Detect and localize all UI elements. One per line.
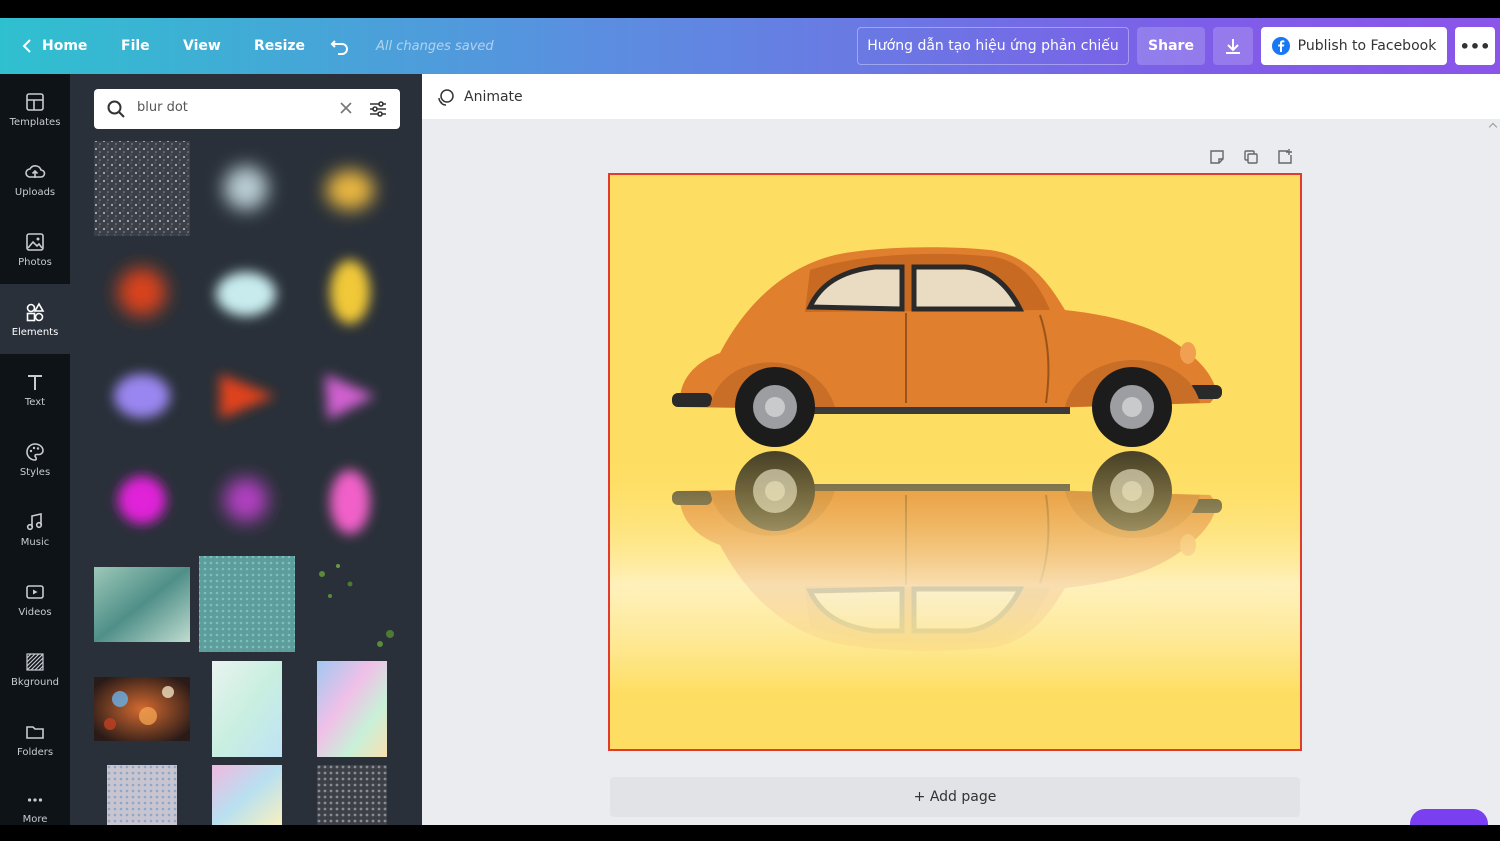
- more-icon: [27, 798, 43, 802]
- photo-icon: [26, 232, 44, 251]
- palette-icon: [26, 442, 44, 461]
- elements-icon: [26, 301, 45, 321]
- bokeh-lights-thumb[interactable]: [94, 677, 190, 741]
- car-reflection-image[interactable]: [610, 175, 1300, 749]
- sidebar-item-background[interactable]: Bkground: [0, 634, 70, 704]
- screen-top-border: [0, 0, 1500, 18]
- facebook-icon: [1271, 37, 1290, 55]
- blur-dot-thumb[interactable]: [330, 260, 370, 324]
- holographic-texture-thumb[interactable]: [212, 661, 282, 757]
- blur-dot-thumb[interactable]: [114, 374, 170, 418]
- text-icon: [28, 374, 42, 390]
- blur-dot-thumb[interactable]: [325, 374, 375, 420]
- blur-dot-thumb[interactable]: [220, 374, 275, 419]
- blur-dot-thumb[interactable]: [118, 476, 166, 524]
- duplicate-page-icon[interactable]: [1242, 148, 1260, 166]
- left-sidebar: Templates Uploads Photos Elements Text S…: [0, 74, 70, 825]
- sidebar-item-elements[interactable]: Elements: [0, 284, 70, 354]
- note-icon[interactable]: [1208, 148, 1226, 166]
- holographic-texture-thumb[interactable]: [212, 765, 282, 825]
- dark-dots-thumb[interactable]: [317, 765, 387, 825]
- download-button[interactable]: [1213, 27, 1253, 65]
- green-bokeh-thumb[interactable]: [304, 556, 400, 652]
- view-menu[interactable]: View: [183, 18, 221, 74]
- animate-button[interactable]: Animate: [436, 84, 523, 110]
- context-toolbar: Animate: [422, 74, 1500, 119]
- page-actions: [1208, 148, 1294, 166]
- undo-icon: [330, 40, 348, 55]
- folder-icon: [26, 725, 44, 739]
- blur-dot-thumb[interactable]: [224, 166, 268, 210]
- editor-area: Animate + Add page: [422, 74, 1500, 839]
- download-icon: [1226, 39, 1240, 54]
- holographic-texture-thumb[interactable]: [317, 661, 387, 757]
- home-button[interactable]: Home: [22, 18, 87, 74]
- more-options-button[interactable]: •••: [1455, 27, 1495, 65]
- element-results-grid: [94, 141, 400, 825]
- sidebar-item-text[interactable]: Text: [0, 354, 70, 424]
- design-canvas[interactable]: [608, 173, 1302, 751]
- share-button[interactable]: Share: [1137, 27, 1205, 65]
- blur-dot-thumb[interactable]: [118, 268, 166, 316]
- screen-bottom-border: [0, 825, 1500, 841]
- video-icon: [26, 584, 44, 599]
- chevron-left-icon: [22, 39, 31, 53]
- sidebar-item-videos[interactable]: Videos: [0, 564, 70, 634]
- scroll-up-arrow[interactable]: [1488, 122, 1498, 132]
- speckle-texture-thumb[interactable]: [94, 141, 190, 236]
- elements-panel: blur dot: [70, 74, 422, 825]
- sidebar-item-folders[interactable]: Folders: [0, 704, 70, 774]
- design-title-input[interactable]: Hướng dẫn tạo hiệu ứng phản chiếu: [857, 27, 1129, 65]
- add-page-button[interactable]: + Add page: [610, 777, 1300, 817]
- sidebar-item-styles[interactable]: Styles: [0, 424, 70, 494]
- save-status: All changes saved: [376, 38, 494, 54]
- editor-header: Home File View Resize All changes saved …: [0, 18, 1500, 74]
- holographic-dots-thumb[interactable]: [107, 765, 177, 825]
- resize-button[interactable]: Resize: [254, 18, 305, 74]
- dot-pattern-thumb[interactable]: [199, 556, 295, 652]
- music-icon: [26, 512, 43, 530]
- undo-button[interactable]: [330, 18, 350, 74]
- blur-dot-thumb[interactable]: [216, 272, 276, 316]
- blur-dot-thumb[interactable]: [224, 478, 268, 522]
- animate-icon: [438, 89, 454, 106]
- publish-facebook-button[interactable]: Publish to Facebook: [1261, 27, 1447, 65]
- sidebar-item-photos[interactable]: Photos: [0, 214, 70, 284]
- background-icon: [26, 652, 44, 671]
- sidebar-item-music[interactable]: Music: [0, 494, 70, 564]
- templates-icon: [26, 92, 44, 111]
- file-menu[interactable]: File: [121, 18, 150, 74]
- upload-icon: [25, 164, 46, 178]
- blur-dot-thumb[interactable]: [330, 470, 370, 534]
- sidebar-item-more[interactable]: More: [0, 774, 70, 825]
- sidebar-item-templates[interactable]: Templates: [0, 74, 70, 144]
- blur-dot-thumb[interactable]: [326, 170, 374, 210]
- add-page-icon[interactable]: [1276, 148, 1294, 166]
- sidebar-item-uploads[interactable]: Uploads: [0, 144, 70, 214]
- teal-halftone-thumb[interactable]: [94, 567, 190, 642]
